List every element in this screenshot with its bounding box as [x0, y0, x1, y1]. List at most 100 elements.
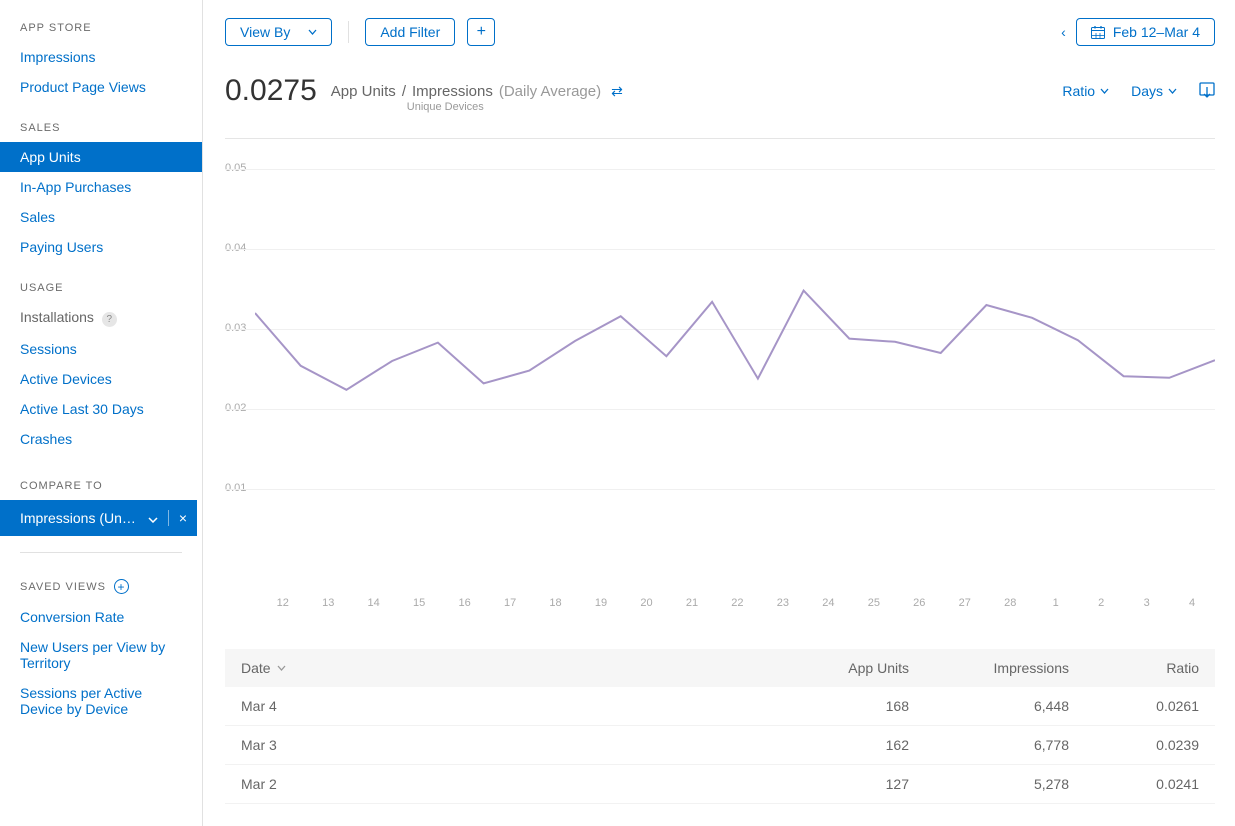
sidebar-item-label: Installations [20, 309, 94, 325]
cell-impressions: 6,778 [909, 737, 1069, 753]
sidebar-item-active-last-30[interactable]: Active Last 30 Days [0, 394, 202, 424]
add-filter-label: Add Filter [380, 24, 440, 40]
section-title-saved-views: SAVED VIEWS + [0, 569, 202, 602]
divider [20, 552, 182, 553]
data-table: Date App Units Impressions Ratio Mar 416… [225, 649, 1215, 804]
divider [348, 21, 349, 43]
x-tick-label: 21 [669, 597, 714, 609]
chart-line [255, 169, 1215, 569]
add-filter-button[interactable]: Add Filter [365, 18, 455, 46]
metric-a: App Units [331, 83, 396, 100]
add-saved-view-button[interactable]: + [114, 579, 129, 594]
cell-units: 168 [749, 698, 909, 714]
sidebar-section-usage: USAGE Installations ? Sessions Active De… [0, 272, 202, 454]
swap-metrics-button[interactable]: ⇄ [611, 83, 623, 100]
saved-views-label: SAVED VIEWS [20, 581, 106, 593]
col-header-ratio[interactable]: Ratio [1069, 660, 1199, 676]
x-tick-label: 22 [715, 597, 760, 609]
saved-view-conversion-rate[interactable]: Conversion Rate [0, 602, 202, 632]
metric-sub: Unique Devices [407, 101, 484, 113]
date-navigation: ‹ Feb 12–Mar 4 [1061, 18, 1215, 46]
col-header-units[interactable]: App Units [749, 660, 909, 676]
x-tick-label: 28 [988, 597, 1033, 609]
download-icon [1199, 82, 1215, 100]
x-tick-label: 17 [487, 597, 532, 609]
view-by-button[interactable]: View By [225, 18, 332, 46]
help-icon[interactable]: ? [102, 312, 117, 327]
compare-selected-label: Impressions (Unique… [20, 510, 138, 526]
section-title-sales: SALES [0, 112, 202, 142]
days-label: Days [1131, 83, 1163, 99]
x-tick-label: 13 [305, 597, 350, 609]
chevron-down-icon [148, 510, 158, 526]
ratio-label: Ratio [1062, 83, 1095, 99]
cell-units: 127 [749, 776, 909, 792]
date-prev-button[interactable]: ‹ [1061, 24, 1066, 40]
date-range-label: Feb 12–Mar 4 [1113, 24, 1200, 40]
x-tick-label: 3 [1124, 597, 1169, 609]
sidebar-item-product-page-views[interactable]: Product Page Views [0, 72, 202, 102]
x-tick-label: 12 [260, 597, 305, 609]
col-header-impressions[interactable]: Impressions [909, 660, 1069, 676]
sidebar-section-sales: SALES App Units In-App Purchases Sales P… [0, 112, 202, 262]
table-row: Mar 21275,2780.0241 [225, 765, 1215, 804]
x-tick-label: 23 [760, 597, 805, 609]
download-button[interactable] [1199, 82, 1215, 100]
cell-impressions: 6,448 [909, 698, 1069, 714]
calendar-icon [1091, 26, 1105, 39]
date-range-button[interactable]: Feb 12–Mar 4 [1076, 18, 1215, 46]
x-tick-label: 25 [851, 597, 896, 609]
sidebar-item-installations[interactable]: Installations ? [0, 302, 202, 334]
main-content: View By Add Filter + ‹ Feb 12–Mar 4 [203, 0, 1235, 826]
x-tick-label: 26 [897, 597, 942, 609]
table-header-row: Date App Units Impressions Ratio [225, 649, 1215, 687]
chart-series-line [255, 291, 1215, 390]
x-tick-label: 19 [578, 597, 623, 609]
add-filter-plus-button[interactable]: + [467, 18, 495, 46]
sidebar-section-saved-views: SAVED VIEWS + Conversion Rate New Users … [0, 569, 202, 724]
sidebar-item-crashes[interactable]: Crashes [0, 424, 202, 454]
compare-select[interactable]: Impressions (Unique… × [0, 500, 197, 536]
x-tick-label: 4 [1169, 597, 1214, 609]
sidebar-item-app-units[interactable]: App Units [0, 142, 202, 172]
x-tick-label: 14 [351, 597, 396, 609]
chevron-down-icon [308, 27, 317, 38]
x-tick-label: 24 [806, 597, 851, 609]
metric-value: 0.0275 [225, 74, 317, 108]
sidebar-item-in-app-purchases[interactable]: In-App Purchases [0, 172, 202, 202]
saved-view-sessions-per-device[interactable]: Sessions per Active Device by Device [0, 678, 202, 724]
ratio-select[interactable]: Ratio [1062, 83, 1109, 99]
sidebar-item-sessions[interactable]: Sessions [0, 334, 202, 364]
metric-header: 0.0275 App Units / Impressions (Daily Av… [225, 74, 1215, 139]
cell-date: Mar 4 [241, 698, 749, 714]
topbar: View By Add Filter + ‹ Feb 12–Mar 4 [225, 18, 1215, 46]
sidebar: APP STORE Impressions Product Page Views… [0, 0, 203, 826]
cell-date: Mar 3 [241, 737, 749, 753]
cell-ratio: 0.0241 [1069, 776, 1199, 792]
sidebar-section-appstore: APP STORE Impressions Product Page Views [0, 12, 202, 102]
x-tick-label: 2 [1078, 597, 1123, 609]
cell-date: Mar 2 [241, 776, 749, 792]
metric-b: Impressions [412, 83, 493, 100]
sidebar-item-impressions[interactable]: Impressions [0, 42, 202, 72]
saved-view-new-users[interactable]: New Users per View by Territory [0, 632, 202, 678]
sidebar-item-sales[interactable]: Sales [0, 202, 202, 232]
plus-icon: + [477, 23, 486, 41]
cell-units: 162 [749, 737, 909, 753]
x-tick-label: 1 [1033, 597, 1078, 609]
days-select[interactable]: Days [1131, 83, 1177, 99]
col-header-date[interactable]: Date [241, 660, 749, 676]
section-title-compare: COMPARE TO [0, 470, 202, 500]
chevron-down-icon [1168, 88, 1177, 94]
x-tick-label: 27 [942, 597, 987, 609]
sidebar-item-paying-users[interactable]: Paying Users [0, 232, 202, 262]
sidebar-item-active-devices[interactable]: Active Devices [0, 364, 202, 394]
table-row: Mar 41686,4480.0261 [225, 687, 1215, 726]
col-date-label: Date [241, 660, 271, 676]
x-tick-label: 20 [624, 597, 669, 609]
metric-sep: / [402, 83, 406, 100]
clear-compare-button[interactable]: × [168, 510, 187, 526]
metric-label: App Units / Impressions (Daily Average) … [331, 83, 601, 100]
cell-ratio: 0.0261 [1069, 698, 1199, 714]
cell-impressions: 5,278 [909, 776, 1069, 792]
